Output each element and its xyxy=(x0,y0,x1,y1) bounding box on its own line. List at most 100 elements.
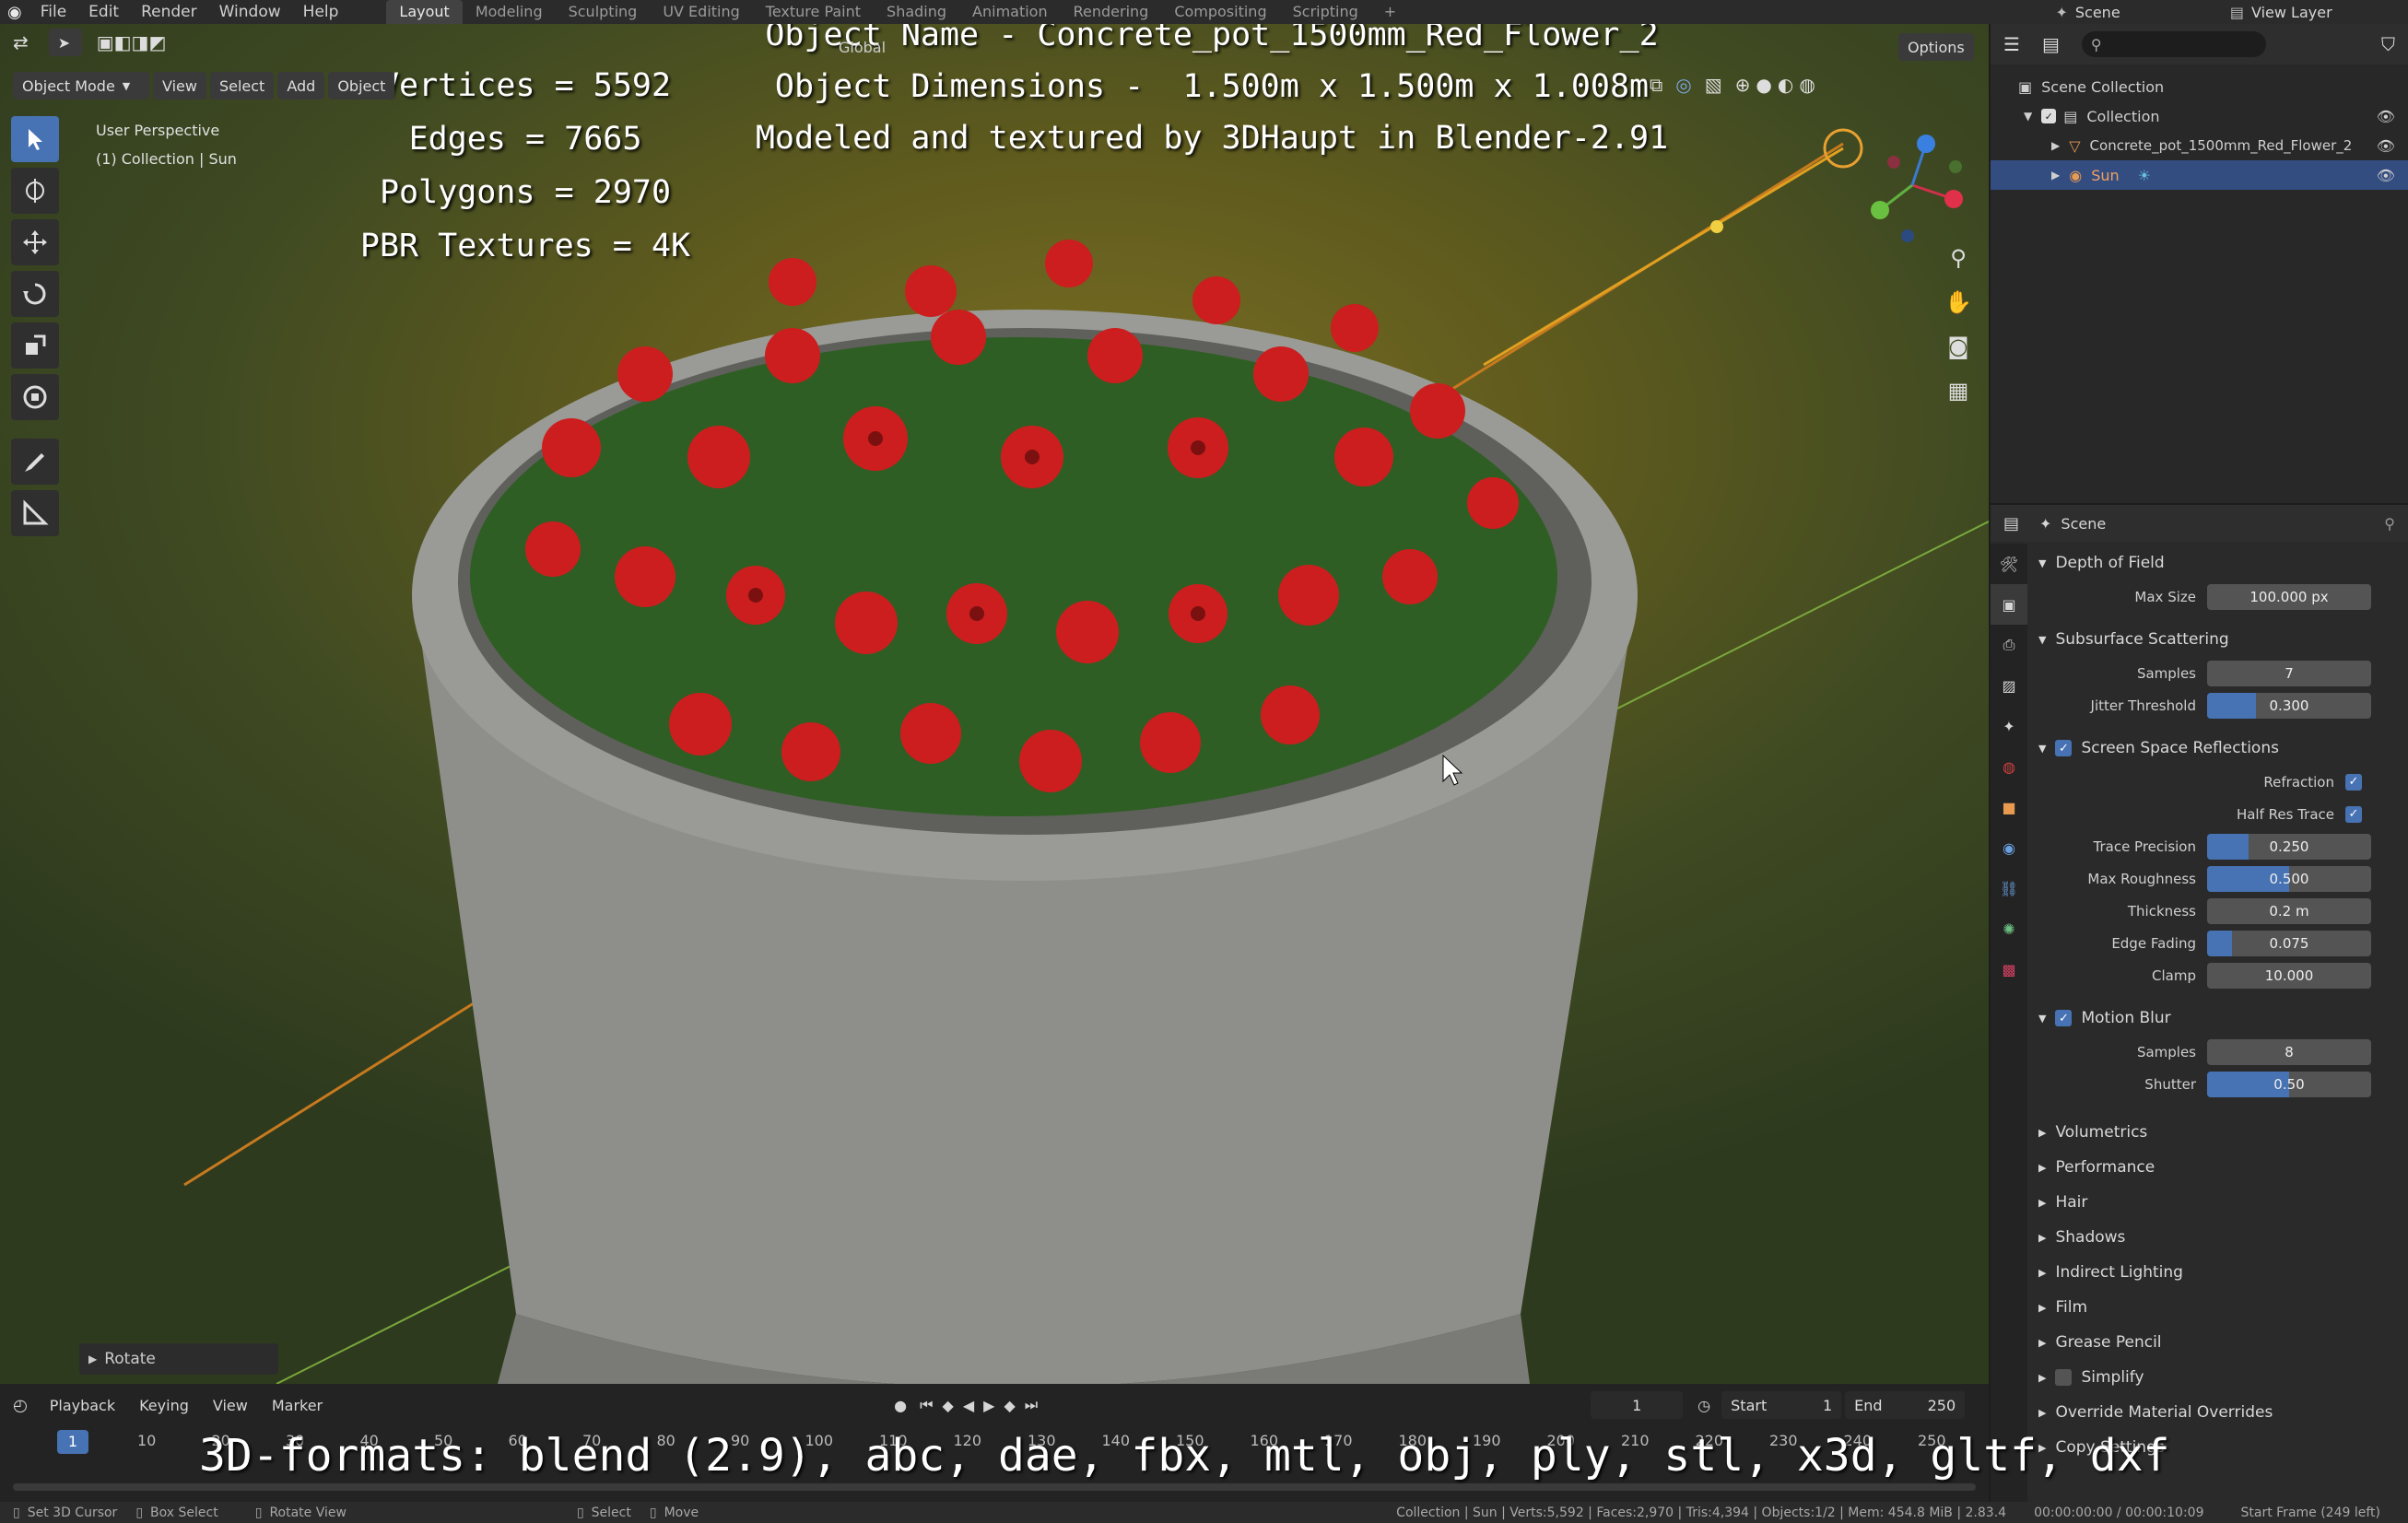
outliner-search-field[interactable]: ⚲ xyxy=(2081,31,2266,57)
grease-pencil-panel[interactable]: ▶ Grease Pencil xyxy=(2027,1325,2408,1360)
tab-modeling[interactable]: Modeling xyxy=(463,0,556,24)
object-mode-dropdown[interactable]: Object Mode ▼ xyxy=(13,72,149,100)
expand-arrow-icon[interactable]: ▶ xyxy=(2051,139,2060,152)
ssr-checkbox[interactable]: ✓ xyxy=(2055,740,2073,756)
outliner-editor-icon[interactable]: ☰ xyxy=(2003,33,2020,55)
menu-timeline-view[interactable]: View xyxy=(213,1397,248,1414)
timeline-editor-icon[interactable]: ◴ xyxy=(13,1396,28,1415)
3d-viewport[interactable]: ⚲ ✋ ◙ ▦ User Perspective (1) Collection … xyxy=(0,24,1989,1384)
jump-start-button[interactable]: ⏮ xyxy=(920,1396,933,1414)
view-layer-selector[interactable]: View Layer xyxy=(2251,4,2408,21)
xray-icon[interactable]: ▧ xyxy=(1705,74,1722,96)
zoom-icon[interactable]: ⚲ xyxy=(1944,245,1972,289)
tab-compositing[interactable]: Compositing xyxy=(1161,0,1279,24)
play-reverse-button[interactable]: ◀ xyxy=(963,1397,974,1414)
menu-help[interactable]: Help xyxy=(292,0,350,24)
camera-view-icon[interactable]: ◙ xyxy=(1944,334,1972,378)
tab-uv-editing[interactable]: UV Editing xyxy=(650,0,752,24)
current-frame-field[interactable]: 1 xyxy=(1591,1391,1684,1419)
tab-sculpting[interactable]: Sculpting xyxy=(556,0,651,24)
tab-animation[interactable]: Animation xyxy=(959,0,1061,24)
shadows-panel[interactable]: ▶ Shadows xyxy=(2027,1220,2408,1255)
simplify-panel[interactable]: ▶ Simplify xyxy=(2027,1360,2408,1395)
half-res-trace-checkbox[interactable]: ✓ xyxy=(2345,805,2362,823)
expand-arrow-icon[interactable]: ▶ xyxy=(2051,169,2060,182)
collapse-arrow-icon[interactable]: ▼ xyxy=(2024,110,2032,123)
object-tab-icon[interactable]: ■ xyxy=(1991,787,2027,827)
transform-orientation-dropdown[interactable]: Global xyxy=(839,39,886,56)
blender-logo-icon[interactable]: ◉ xyxy=(0,3,29,22)
menu-object[interactable]: Object xyxy=(328,72,395,100)
scene-icon[interactable]: ✦ xyxy=(2048,4,2074,21)
output-tab-icon[interactable]: ⎙ xyxy=(1991,625,2027,665)
sss-samples-field[interactable]: 7 xyxy=(2207,660,2371,686)
solid-shading-icon[interactable]: ● xyxy=(1756,74,1771,96)
visibility-eye-icon[interactable]: 👁 xyxy=(2377,108,2395,125)
rendered-shading-icon[interactable]: ◍ xyxy=(1799,74,1815,96)
volumetrics-panel[interactable]: ▶ Volumetrics xyxy=(2027,1115,2408,1150)
thickness-field[interactable]: 0.2 m xyxy=(2207,897,2371,924)
properties-editor-icon[interactable]: ▤ xyxy=(2003,514,2019,533)
menu-edit[interactable]: Edit xyxy=(77,0,130,24)
select-box-modes-icon[interactable]: ▣◧◨◩ xyxy=(97,31,167,53)
annotate-tool-icon[interactable] xyxy=(11,439,59,485)
rotate-tool-icon[interactable] xyxy=(11,271,59,317)
menu-add[interactable]: Add xyxy=(277,72,325,100)
film-panel[interactable]: ▶ Film xyxy=(2027,1290,2408,1325)
scene-tab-icon[interactable]: ✦ xyxy=(1991,706,2027,746)
pin-icon[interactable]: ⚲ xyxy=(2384,515,2395,533)
cursor-tool-icon[interactable] xyxy=(11,168,59,214)
motion-blur-panel[interactable]: ▼ ✓ Motion Blur xyxy=(2027,1001,2408,1036)
refraction-checkbox[interactable]: ✓ xyxy=(2345,773,2362,791)
start-frame-field[interactable]: Start 1 xyxy=(1721,1391,1842,1419)
menu-file[interactable]: File xyxy=(29,0,77,24)
scale-tool-icon[interactable] xyxy=(11,322,59,369)
menu-marker[interactable]: Marker xyxy=(272,1397,323,1414)
object-data-tab-icon[interactable]: ✺ xyxy=(1991,908,2027,949)
menu-render[interactable]: Render xyxy=(130,0,208,24)
depth-of-field-panel[interactable]: ▼ Depth of Field xyxy=(2027,545,2408,580)
shutter-slider[interactable]: 0.50 xyxy=(2207,1071,2371,1097)
move-tool-icon[interactable] xyxy=(11,219,59,265)
rotate-operator-panel[interactable]: ▶ Rotate xyxy=(79,1343,278,1375)
indirect-lighting-panel[interactable]: ▶ Indirect Lighting xyxy=(2027,1255,2408,1290)
menu-select[interactable]: Select xyxy=(209,72,275,100)
menu-window[interactable]: Window xyxy=(208,0,292,24)
scene-selector[interactable]: Scene xyxy=(2075,4,2223,21)
tab-scripting[interactable]: Scripting xyxy=(1280,0,1371,24)
menu-keying[interactable]: Keying xyxy=(139,1397,189,1414)
jitter-threshold-slider[interactable]: 0.300 xyxy=(2207,692,2371,719)
motion-blur-checkbox[interactable]: ✓ xyxy=(2055,1010,2073,1026)
tab-texture-paint[interactable]: Texture Paint xyxy=(753,0,874,24)
constraints-tab-icon[interactable]: ⛓ xyxy=(1991,868,2027,908)
transform-tool-icon[interactable] xyxy=(11,374,59,420)
jump-end-button[interactable]: ⏭ xyxy=(1025,1396,1038,1414)
tab-rendering[interactable]: Rendering xyxy=(1061,0,1162,24)
snap-icon[interactable]: ⧉ xyxy=(1650,74,1662,96)
trace-precision-slider[interactable]: 0.250 xyxy=(2207,833,2371,860)
performance-panel[interactable]: ▶ Performance xyxy=(2027,1150,2408,1185)
overlay-toggle-icon[interactable]: ◎ xyxy=(1675,74,1691,96)
visibility-eye-icon[interactable]: 👁 xyxy=(2377,137,2395,155)
play-button[interactable]: ▶ xyxy=(983,1397,994,1414)
visibility-eye-icon[interactable]: 👁 xyxy=(2377,167,2395,184)
orthographic-grid-icon[interactable]: ▦ xyxy=(1944,378,1972,422)
select-mode-icon[interactable]: ➤ xyxy=(48,29,82,56)
stopwatch-icon[interactable]: ◷ xyxy=(1697,1397,1710,1414)
end-frame-field[interactable]: End 250 xyxy=(1845,1391,1966,1419)
display-mode-icon[interactable]: ▤ xyxy=(2042,33,2060,55)
outliner-object-pot[interactable]: ▶ ▽ Concrete_pot_1500mm_Red_Flower_2 👁 xyxy=(1991,131,2408,160)
ssr-panel[interactable]: ▼ ✓ Screen Space Reflections xyxy=(2027,731,2408,766)
outliner-object-sun[interactable]: ▶ ◉ Sun ☀ 👁 xyxy=(1991,160,2408,190)
subsurface-scattering-panel[interactable]: ▼ Subsurface Scattering xyxy=(2027,622,2408,657)
simplify-checkbox[interactable] xyxy=(2055,1369,2073,1386)
editor-type-icon[interactable]: ⇄ xyxy=(13,31,29,53)
tool-tab-icon[interactable]: 🛠 xyxy=(1991,544,2027,584)
material-shading-icon[interactable]: ◐ xyxy=(1778,74,1793,96)
filter-icon[interactable]: ⛉ xyxy=(2381,33,2395,55)
collection-checkbox[interactable]: ✓ xyxy=(2041,109,2057,123)
menu-view[interactable]: View xyxy=(153,72,206,100)
wireframe-shading-icon[interactable]: ⊕ xyxy=(1735,74,1751,96)
hair-panel[interactable]: ▶ Hair xyxy=(2027,1185,2408,1220)
measure-tool-icon[interactable] xyxy=(11,490,59,536)
